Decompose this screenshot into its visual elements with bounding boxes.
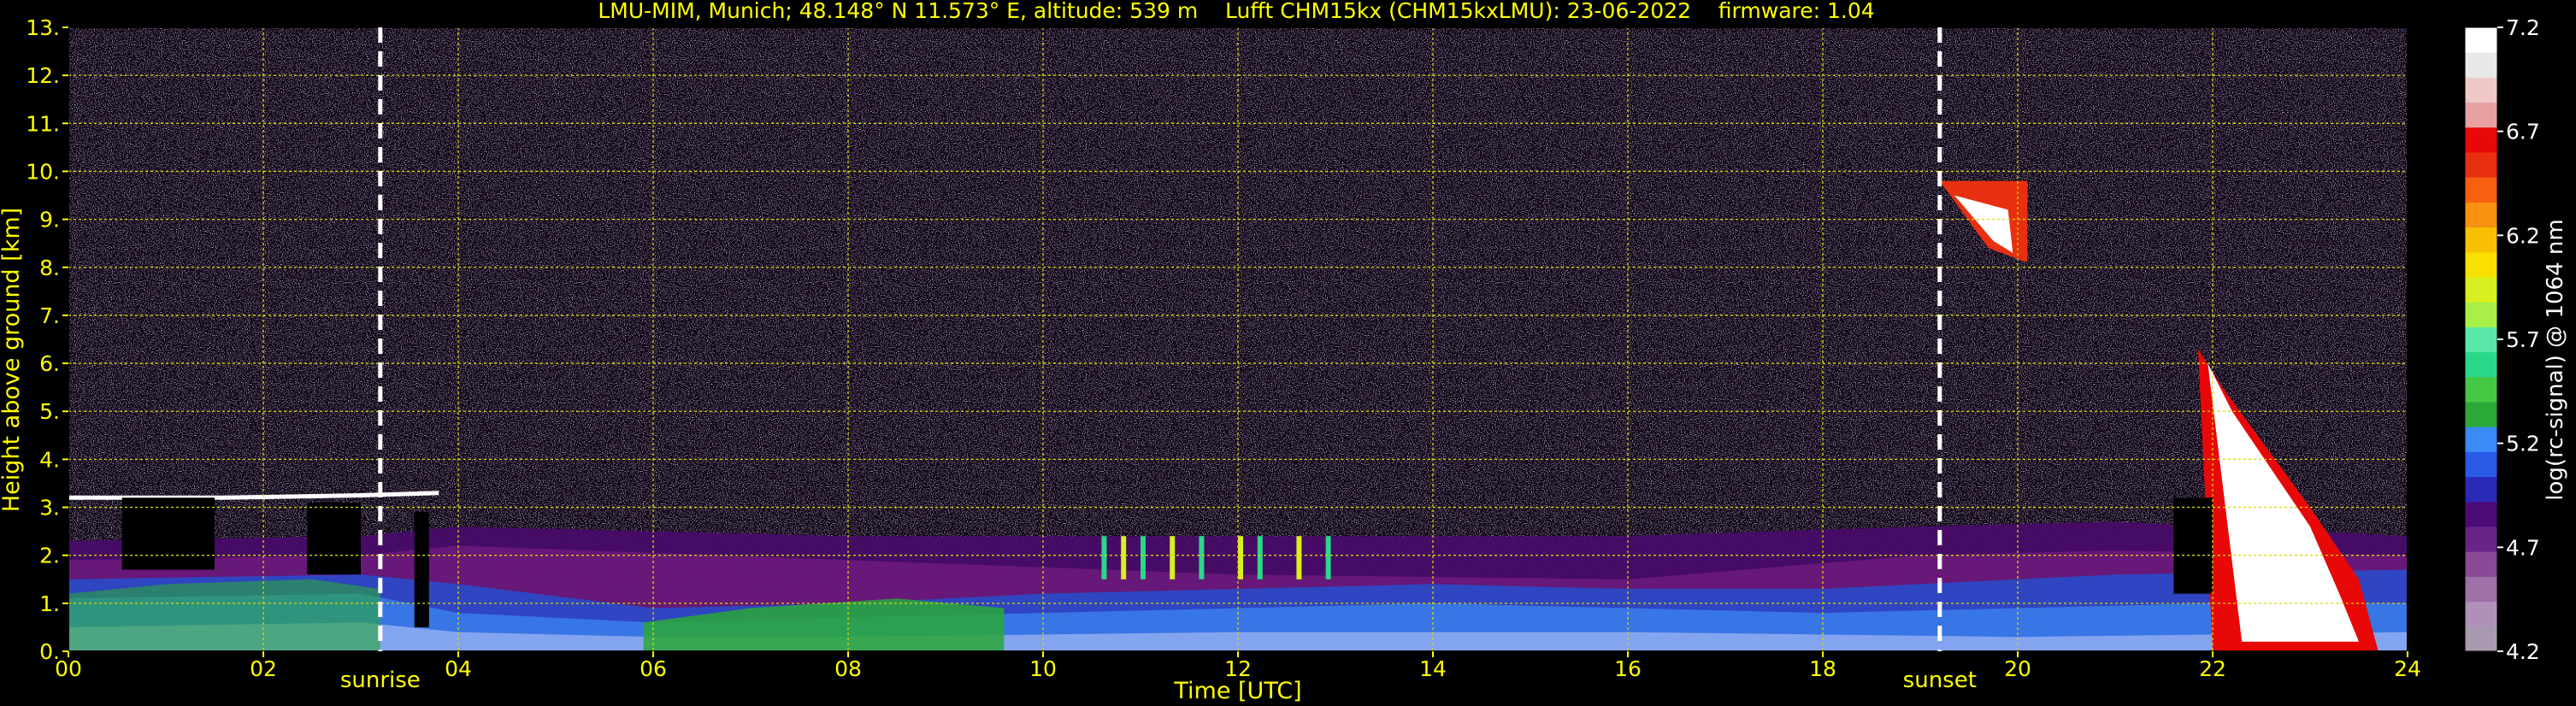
x-tick-label-12: 24	[2394, 656, 2421, 681]
ceilometer-chart: LMU-MIM, Munich; 48.148° N 11.573° E, al…	[0, 0, 2568, 704]
x-tick-label-11: 22	[2199, 656, 2226, 681]
colorbar-segment-0	[2465, 626, 2497, 652]
colorbar-segment-19	[2465, 152, 2497, 178]
colorbar-segment-16	[2465, 227, 2497, 253]
y-tick-label-9: 9.	[39, 208, 60, 232]
colorbar-tick-label-6: 7.2	[2506, 15, 2540, 40]
signal-gap-2	[414, 512, 429, 627]
colorbar-segment-7	[2465, 451, 2497, 478]
colorbar-segment-3	[2465, 551, 2497, 577]
colorbar-tick-label-3: 5.7	[2506, 327, 2540, 352]
x-tick-label-4: 08	[834, 656, 862, 681]
streak-3	[1170, 536, 1176, 580]
streak-5	[1238, 536, 1243, 580]
signal-gap-1	[307, 502, 361, 575]
colorbar-segment-11	[2465, 351, 2497, 378]
y-tick-label-10: 10.	[26, 159, 60, 184]
y-tick-label-6: 6.	[39, 351, 60, 376]
x-tick-label-2: 04	[445, 656, 472, 681]
colorbar-segment-22	[2465, 77, 2497, 103]
y-tick-label-11: 11.	[26, 111, 60, 136]
colorbar-tick-label-2: 5.2	[2506, 432, 2540, 456]
x-tick-label-1: 02	[250, 656, 277, 681]
x-tick-label-5: 10	[1029, 656, 1057, 681]
streak-6	[1257, 536, 1263, 580]
colorbar-segment-17	[2465, 202, 2497, 228]
colorbar-segment-21	[2465, 102, 2497, 128]
streak-7	[1296, 536, 1302, 580]
y-tick-label-1: 1.	[39, 591, 60, 616]
colorbar-segment-24	[2465, 27, 2497, 53]
y-tick-label-12: 12.	[26, 63, 60, 88]
green-layer-night	[68, 579, 380, 651]
y-tick-label-13: 13.	[26, 15, 60, 40]
colorbar-segment-2	[2465, 576, 2497, 603]
colorbar-tick-label-1: 4.7	[2506, 535, 2540, 560]
y-tick-label-7: 7.	[39, 303, 60, 328]
colorbar-segment-4	[2465, 527, 2497, 552]
marker-label-0: sunrise	[340, 668, 421, 693]
colorbar-segment-23	[2465, 52, 2497, 78]
x-tick-label-9: 18	[1809, 656, 1836, 681]
colorbar-label: log(rc-signal) @ 1064 nm	[2543, 219, 2568, 500]
colorbar-tick-label-4: 6.2	[2506, 223, 2540, 248]
colorbar-segment-5	[2465, 501, 2497, 527]
streak-0	[1101, 536, 1107, 580]
cloud-gap	[2173, 497, 2213, 594]
y-axis-label: Height above ground [km]	[0, 208, 25, 512]
colorbar: 4.2 4.7 5.2 5.7 6.2 6.7 7.2	[2464, 15, 2540, 664]
x-tick-label-8: 16	[1614, 656, 1642, 681]
colorbar-segment-1	[2465, 601, 2497, 627]
y-tick-label-4: 4.	[39, 447, 60, 472]
colorbar-segment-15	[2465, 251, 2497, 278]
colorbar-segment-8	[2465, 427, 2497, 452]
colorbar-segment-13	[2465, 302, 2497, 327]
colorbar-tick-label-5: 6.7	[2506, 120, 2540, 144]
y-tick-label-0: 0.	[39, 639, 60, 664]
y-tick-label-3: 3.	[39, 496, 60, 521]
colorbar-segment-12	[2465, 327, 2497, 353]
colorbar-segment-6	[2465, 476, 2497, 503]
signal-gap-0	[121, 497, 215, 570]
streak-2	[1141, 536, 1146, 580]
x-tick-label-7: 14	[1419, 656, 1447, 681]
y-tick-label-5: 5.	[39, 399, 60, 424]
streak-8	[1325, 536, 1331, 580]
colorbar-segment-10	[2465, 376, 2497, 403]
chart-title: LMU-MIM, Munich; 48.148° N 11.573° E, al…	[598, 0, 1874, 23]
x-axis-label: Time [UTC]	[1173, 678, 1301, 704]
y-tick-label-2: 2.	[39, 544, 60, 568]
colorbar-segment-9	[2465, 402, 2497, 427]
colorbar-segment-14	[2465, 277, 2497, 303]
colorbar-segment-20	[2465, 126, 2497, 153]
streak-4	[1199, 536, 1205, 580]
colorbar-tick-label-0: 4.2	[2506, 639, 2540, 664]
colorbar-segment-18	[2465, 177, 2497, 203]
streak-1	[1121, 536, 1127, 580]
x-tick-label-3: 06	[640, 656, 667, 681]
y-tick-label-8: 8.	[39, 256, 60, 280]
marker-label-1: sunset	[1903, 668, 1977, 693]
x-tick-label-10: 20	[2004, 656, 2031, 681]
